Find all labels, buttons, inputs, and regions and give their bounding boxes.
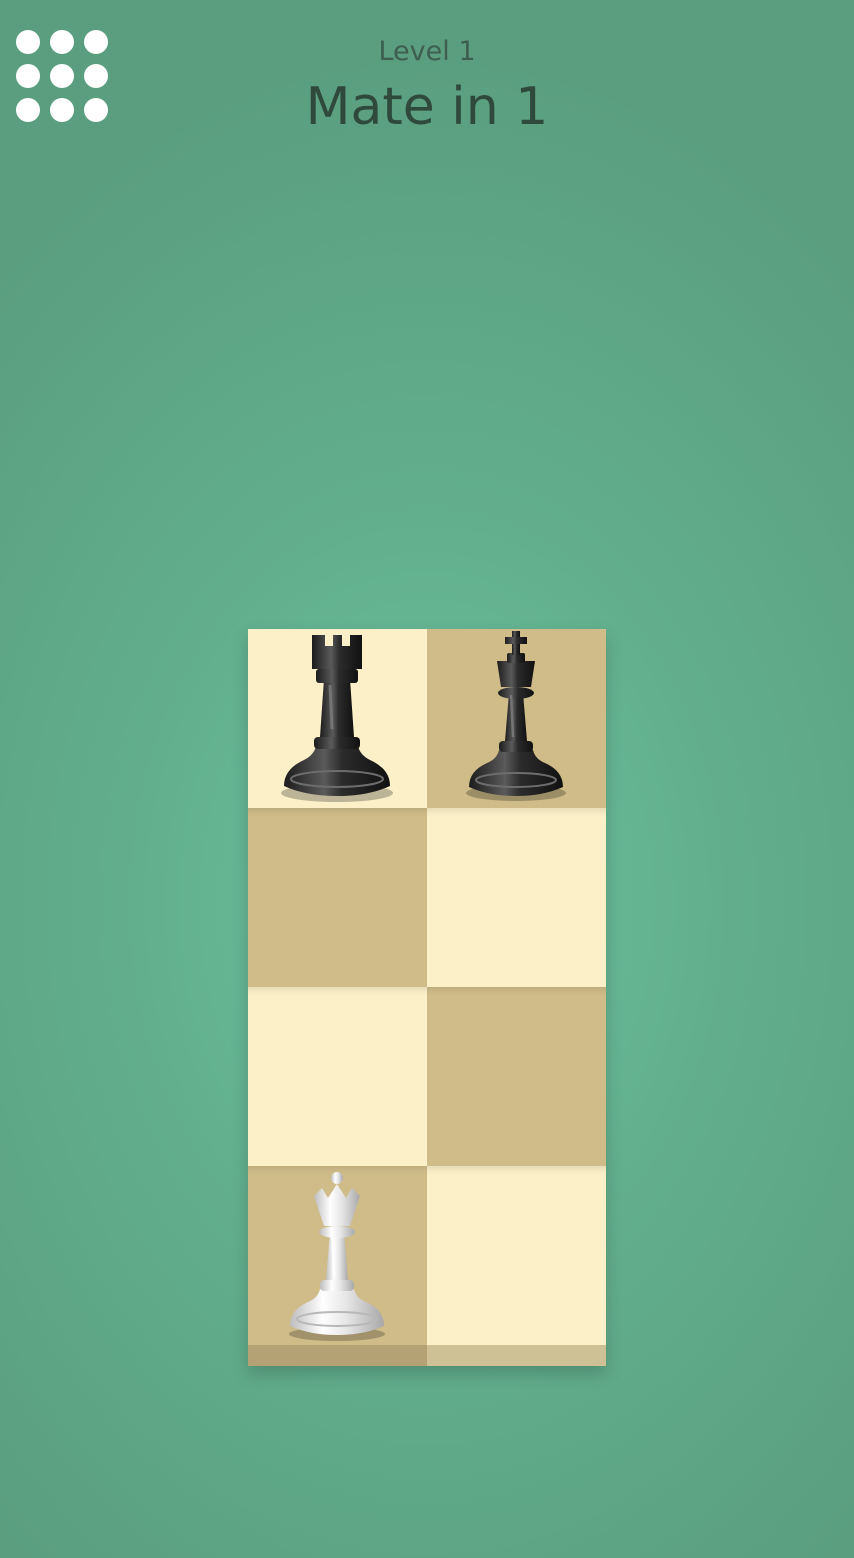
level-label: Level 1 (378, 36, 476, 67)
square-a2[interactable] (248, 987, 427, 1166)
square-b1[interactable] (427, 1166, 606, 1345)
square-b4[interactable] (427, 629, 606, 808)
square-a3[interactable] (248, 808, 427, 987)
square-a4[interactable] (248, 629, 427, 808)
black-rook-piece[interactable] (248, 629, 427, 808)
puzzle-header: Level 1 Mate in 1 (0, 34, 854, 140)
white-queen-piece[interactable] (248, 1166, 427, 1345)
black-king-piece[interactable] (427, 629, 606, 808)
square-a1[interactable] (248, 1166, 427, 1345)
puzzle-title: Mate in 1 (305, 77, 549, 137)
board-edge-left (248, 1345, 427, 1366)
board-edge-right (427, 1345, 606, 1366)
board-edge (248, 1345, 606, 1366)
square-b3[interactable] (427, 808, 606, 987)
square-b2[interactable] (427, 987, 606, 1166)
chess-board (248, 629, 606, 1366)
